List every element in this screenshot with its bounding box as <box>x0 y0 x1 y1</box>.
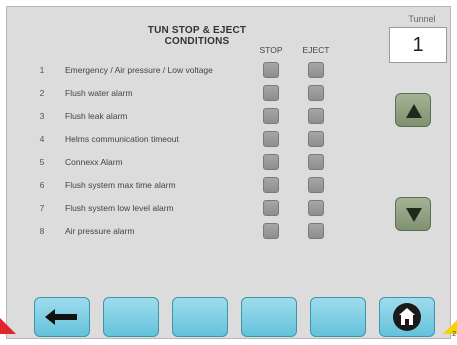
condition-number: 3 <box>39 111 45 121</box>
condition-row: 5 Connexx Alarm <box>7 153 347 173</box>
condition-number: 6 <box>39 180 45 190</box>
eject-checkbox[interactable] <box>308 131 324 147</box>
condition-label: Flush system max time alarm <box>65 180 176 190</box>
stop-checkbox[interactable] <box>263 200 279 216</box>
home-icon <box>393 303 421 331</box>
condition-number: 7 <box>39 203 45 213</box>
stop-checkbox[interactable] <box>263 223 279 239</box>
stop-checkbox[interactable] <box>263 131 279 147</box>
home-button[interactable] <box>379 297 435 337</box>
eject-checkbox[interactable] <box>308 62 324 78</box>
eject-checkbox[interactable] <box>308 223 324 239</box>
condition-label: Flush leak alarm <box>65 111 128 121</box>
tunnel-number-field[interactable]: 1 <box>389 27 447 63</box>
scroll-down-button[interactable] <box>395 197 431 231</box>
back-button[interactable] <box>34 297 90 337</box>
tunnel-label: Tunnel <box>408 14 436 24</box>
eject-column-header: EJECT <box>302 45 330 55</box>
corner-number: 2 <box>452 331 456 338</box>
stop-checkbox[interactable] <box>263 85 279 101</box>
eject-checkbox[interactable] <box>308 200 324 216</box>
scroll-up-button[interactable] <box>395 93 431 127</box>
arrow-left-icon <box>45 309 77 325</box>
condition-label: Air pressure alarm <box>65 226 135 236</box>
condition-row: 8 Air pressure alarm <box>7 222 347 242</box>
hmi-screen: TUN STOP & EJECT CONDITIONS Tunnel 1 STO… <box>6 6 451 339</box>
stop-checkbox[interactable] <box>263 177 279 193</box>
condition-label: Helms communication timeout <box>65 134 179 144</box>
arrow-up-icon <box>406 104 422 118</box>
function-button-1[interactable] <box>103 297 159 337</box>
condition-label: Emergency / Air pressure / Low voltage <box>65 65 213 75</box>
condition-row: 3 Flush leak alarm <box>7 107 347 127</box>
condition-number: 5 <box>39 157 45 167</box>
condition-label: Flush water alarm <box>65 88 133 98</box>
red-corner-marker <box>0 318 16 334</box>
function-button-2[interactable] <box>172 297 228 337</box>
condition-number: 4 <box>39 134 45 144</box>
eject-checkbox[interactable] <box>308 154 324 170</box>
arrow-down-icon <box>406 208 422 222</box>
stop-column-header: STOP <box>259 45 283 55</box>
condition-row: 6 Flush system max time alarm <box>7 176 347 196</box>
page-title: TUN STOP & EJECT CONDITIONS <box>147 25 247 47</box>
eject-checkbox[interactable] <box>308 85 324 101</box>
condition-label: Connexx Alarm <box>65 157 123 167</box>
stop-checkbox[interactable] <box>263 108 279 124</box>
eject-checkbox[interactable] <box>308 177 324 193</box>
function-button-4[interactable] <box>310 297 366 337</box>
condition-number: 8 <box>39 226 45 236</box>
function-button-3[interactable] <box>241 297 297 337</box>
condition-row: 1 Emergency / Air pressure / Low voltage <box>7 61 347 81</box>
condition-row: 2 Flush water alarm <box>7 84 347 104</box>
condition-row: 4 Helms communication timeout <box>7 130 347 150</box>
condition-row: 7 Flush system low level alarm <box>7 199 347 219</box>
condition-number: 2 <box>39 88 45 98</box>
condition-label: Flush system low level alarm <box>65 203 174 213</box>
stop-checkbox[interactable] <box>263 62 279 78</box>
eject-checkbox[interactable] <box>308 108 324 124</box>
condition-number: 1 <box>39 65 45 75</box>
stop-checkbox[interactable] <box>263 154 279 170</box>
